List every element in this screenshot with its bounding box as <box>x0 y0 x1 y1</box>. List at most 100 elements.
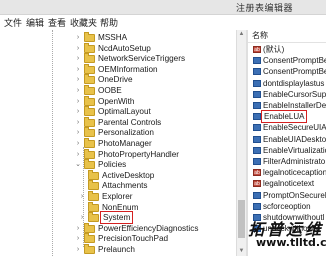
tree-guide-line <box>52 30 53 256</box>
value-row[interactable]: EnableLUA <box>248 110 326 124</box>
expand-arrow-icon[interactable]: › <box>74 85 82 96</box>
name-column-label: 名称 <box>252 31 268 40</box>
expand-arrow-icon[interactable]: › <box>78 212 86 223</box>
expand-arrow-icon[interactable]: › <box>74 117 82 128</box>
expand-arrow-icon[interactable]: › <box>74 96 82 107</box>
folder-icon <box>84 95 95 106</box>
value-row[interactable]: legalnoticecaption <box>248 167 326 178</box>
folder-icon <box>84 32 95 42</box>
value-row[interactable]: PromptOnSecureD <box>248 190 326 201</box>
tree-node-label: Attachments <box>102 181 148 191</box>
menu-edit[interactable]: 编辑 <box>26 16 44 29</box>
expand-arrow-icon[interactable]: › <box>74 53 82 64</box>
menu-view[interactable]: 查看 <box>48 16 66 29</box>
menu-help[interactable]: 帮助 <box>100 16 118 29</box>
expand-arrow-icon[interactable]: › <box>74 244 82 255</box>
binary-value-icon <box>253 191 261 199</box>
value-name: legalnoticetext <box>263 179 315 189</box>
value-row[interactable]: ConsentPromptBe <box>248 66 326 77</box>
folder-icon <box>84 53 95 64</box>
tree-node-label: PowerEfficiencyDiagnostics <box>98 223 199 233</box>
expand-arrow-icon[interactable]: › <box>74 74 82 85</box>
value-row[interactable]: dontdisplaylastus <box>248 78 326 89</box>
tree-node-label: OOBE <box>98 86 122 95</box>
value-name: PromptOnSecureD <box>263 190 326 200</box>
title-bar: 注册表编辑器 <box>0 0 326 15</box>
value-row[interactable]: EnableVirtualizatio <box>248 145 326 156</box>
folder-icon <box>84 148 95 159</box>
expand-arrow-icon[interactable]: › <box>74 149 82 160</box>
value-name: ConsentPromptBe <box>263 56 326 66</box>
values-column-header[interactable]: 名称 <box>248 30 326 43</box>
folder-icon <box>84 244 95 254</box>
binary-value-icon <box>253 202 261 210</box>
tree-node-label: PrecisionTouchPad <box>98 234 169 244</box>
expand-arrow-icon[interactable]: › <box>74 43 82 54</box>
expand-arrow-icon[interactable]: › <box>74 64 82 75</box>
registry-tree[interactable]: › MSSHA › NcdAutoSetup › NetworkServiceTrigge… <box>0 30 236 256</box>
folder-icon <box>88 191 99 201</box>
folder-icon <box>88 201 99 212</box>
value-row[interactable]: FilterAdministrato <box>248 156 326 167</box>
binary-value-icon <box>253 102 261 109</box>
value-name: EnableLUA <box>261 110 308 124</box>
expand-arrow-icon[interactable]: › <box>74 32 82 43</box>
tree-node-label: Parental Controls <box>98 117 162 127</box>
value-row[interactable]: ConsentPromptBe <box>248 55 326 66</box>
collapse-arrow-icon[interactable]: ⌄ <box>74 159 82 170</box>
value-name: EnableVirtualizatio <box>263 145 326 155</box>
menu-file[interactable]: 文件 <box>4 16 22 29</box>
binary-value-icon <box>253 124 261 132</box>
folder-icon <box>84 116 95 127</box>
tree-node-label: Personalization <box>98 128 154 138</box>
tree-node-label: PhotoPropertyHandler <box>98 149 180 159</box>
tree-node-label: NetworkServiceTriggers <box>98 54 186 64</box>
expand-arrow-icon[interactable]: › <box>74 127 82 138</box>
value-name: scforceoption <box>263 201 311 211</box>
value-row[interactable]: EnableCursorSupp <box>248 89 326 100</box>
tree-node-label: OEMInformation <box>98 64 158 74</box>
watermark-url: www.tlltd.cn <box>256 236 326 249</box>
value-row[interactable]: scforceoption <box>248 201 326 212</box>
folder-icon <box>84 63 95 74</box>
value-name: FilterAdministrato <box>263 157 326 166</box>
value-row[interactable]: EnableUIADesktop <box>248 134 326 145</box>
watermark: 拓普运维 www.tlltd.cn <box>242 214 326 256</box>
expand-arrow-icon[interactable]: › <box>74 233 82 244</box>
folder-icon <box>88 169 99 180</box>
string-value-icon <box>253 169 261 177</box>
expand-arrow-icon[interactable]: › <box>74 106 82 117</box>
folder-icon <box>84 159 95 170</box>
expand-arrow-icon[interactable]: › <box>74 138 82 149</box>
value-name: ConsentPromptBe <box>263 67 326 77</box>
window-title: 注册表编辑器 <box>236 3 294 13</box>
binary-value-icon <box>253 79 261 87</box>
binary-value-icon <box>253 113 261 121</box>
value-name: dontdisplaylastus <box>263 78 325 88</box>
tree-node-label: OneDrive <box>98 75 133 85</box>
menu-favorites[interactable]: 收藏夹 <box>70 16 97 29</box>
value-row[interactable]: EnableSecureUIAP <box>248 122 326 133</box>
tree-node-label: MSSHA <box>98 33 128 42</box>
tree-node-label: ActiveDesktop <box>102 170 155 180</box>
folder-icon <box>88 212 99 223</box>
scroll-up-icon[interactable]: ▲ <box>237 30 246 39</box>
string-value-icon <box>253 180 261 188</box>
string-value-icon <box>253 46 261 53</box>
value-row[interactable]: (默认) <box>248 44 326 55</box>
folder-icon <box>88 180 99 191</box>
folder-icon <box>84 222 95 233</box>
folder-icon <box>84 138 95 148</box>
binary-value-icon <box>253 90 261 98</box>
binary-value-icon <box>253 158 261 165</box>
binary-value-icon <box>253 57 261 65</box>
menu-bar: 文件 编辑 查看 收藏夹 帮助 <box>0 15 326 29</box>
tree-node-label: Prelaunch <box>98 245 135 254</box>
expand-arrow-icon[interactable]: › <box>78 191 86 202</box>
value-row[interactable]: legalnoticetext <box>248 178 326 189</box>
binary-value-icon <box>253 68 261 76</box>
expand-arrow-icon[interactable]: › <box>74 223 82 234</box>
tree-node-label: NcdAutoSetup <box>98 43 151 53</box>
folder-icon <box>84 42 95 53</box>
value-name: EnableUIADesktop <box>263 134 326 144</box>
